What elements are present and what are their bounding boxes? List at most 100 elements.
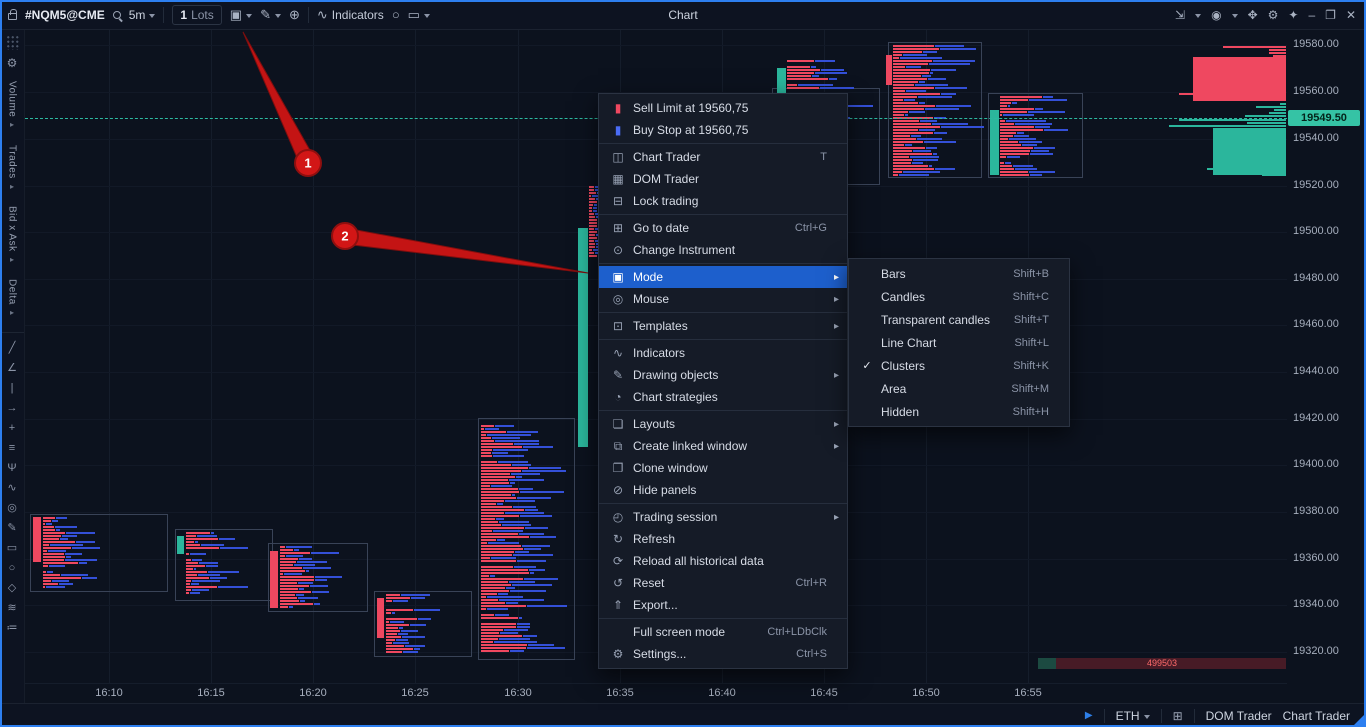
resize-grip[interactable] [1354, 715, 1364, 725]
cluster-bar [481, 557, 491, 559]
channel-tool[interactable]: ≋ [7, 602, 16, 614]
close-icon[interactable]: ✕ [1346, 9, 1356, 21]
cluster-bar [386, 645, 404, 647]
pitchfork-tool[interactable]: Ψ [7, 462, 16, 474]
cluster-bar [940, 126, 985, 128]
rail-panel-bid-x-ask[interactable]: Bid x Ask ▸ [7, 206, 18, 264]
menu-item-hide-panels[interactable]: ⊘ Hide panels [599, 479, 847, 501]
rail-panel-trades[interactable]: Trades ▸ [7, 145, 18, 191]
rail-panel-delta[interactable]: Delta ▸ [7, 279, 18, 317]
cluster-bar [280, 570, 306, 572]
menu-item-templates[interactable]: ⊡ Templates ▸ [599, 315, 847, 337]
horizontal-line-tool[interactable]: ≡ [9, 442, 15, 454]
rail-panel-volume[interactable]: Volume ▸ [7, 81, 18, 130]
price-axis-label: 19560.00 [1293, 85, 1339, 97]
cluster-bar [940, 48, 977, 50]
menu-item-full-screen-mode[interactable]: Full screen mode Ctrl+LDbClk [599, 621, 847, 643]
menu-item-reset[interactable]: ↺ Reset Ctrl+R [599, 572, 847, 594]
minimize-icon[interactable]: – [1308, 9, 1315, 21]
link-lock-icon[interactable] [8, 9, 17, 20]
scroll-right-icon[interactable]: ▶ [1085, 710, 1093, 721]
objects-list-tool[interactable]: ≔ [7, 622, 18, 634]
chart-style-button[interactable]: ▣ [230, 8, 253, 21]
timeframe-select[interactable]: 5m [129, 8, 156, 22]
cluster-bar [198, 574, 221, 576]
wave-tool[interactable]: ∿ [7, 482, 16, 494]
menu-item-export[interactable]: ⇑ Export... [599, 594, 847, 616]
ellipse-tool[interactable]: ○ [9, 562, 16, 574]
cluster-bar [511, 473, 540, 475]
brush-tool[interactable]: ✎ [7, 522, 16, 534]
drag-handle-icon[interactable] [5, 35, 19, 50]
menu-item-mode[interactable]: ▣ Mode ▸ [599, 266, 847, 288]
submenu-item-transparent-candles[interactable]: Transparent candles Shift+T [849, 308, 1069, 331]
crosshair-button[interactable]: ○ [392, 8, 400, 21]
submenu-item-line-chart[interactable]: Line Chart Shift+L [849, 331, 1069, 354]
menu-item-settings[interactable]: ⚙ Settings... Ctrl+S [599, 643, 847, 665]
menu-separator [599, 312, 847, 313]
submenu-item-area[interactable]: Area Shift+M [849, 377, 1069, 400]
pin-window-icon[interactable]: ✦ [1288, 9, 1298, 21]
cluster-bar [589, 198, 595, 200]
menu-item-dom-trader[interactable]: ▦ DOM Trader [599, 168, 847, 190]
price-axis[interactable]: 19580.00 19560.00 19540.00 19520.00 19500.00… [1287, 30, 1366, 683]
menu-item-chart-strategies[interactable]: ◔ Chart strategies [599, 386, 847, 408]
submenu-item-candles[interactable]: Candles Shift+C [849, 285, 1069, 308]
cross-tool[interactable]: + [9, 422, 15, 434]
menu-item-chart-trader[interactable]: ◫ Chart Trader T [599, 146, 847, 168]
screenshot-icon[interactable]: ◉ [1211, 9, 1221, 21]
menu-item-create-linked-window[interactable]: ⧉ Create linked window ▸ [599, 435, 847, 457]
measure-tool[interactable]: ▭ [7, 542, 17, 554]
cluster-bar [299, 600, 305, 602]
session-select[interactable]: ETH [1116, 709, 1150, 723]
submenu-item-hidden[interactable]: Hidden Shift+H [849, 400, 1069, 423]
cluster-bar [481, 503, 497, 505]
submenu-item-bars[interactable]: Bars Shift+B [849, 262, 1069, 285]
cluster-bar [911, 135, 922, 137]
target-tool[interactable]: ◎ [7, 502, 17, 514]
menu-item-reload-all-historical-data[interactable]: ⟳ Reload all historical data [599, 550, 847, 572]
menu-item-mouse[interactable]: ◎ Mouse ▸ [599, 288, 847, 310]
symbol-search-icon[interactable] [112, 10, 121, 19]
caret-down-icon [1195, 13, 1202, 18]
cluster-bar [1000, 99, 1029, 101]
panel-resize-icon[interactable]: ⇲ [1175, 9, 1185, 21]
restore-icon[interactable]: ❐ [1325, 9, 1336, 21]
cluster-bar [481, 494, 512, 496]
dom-trader-button[interactable]: DOM Trader [1206, 709, 1272, 723]
fullscreen-toggle-icon[interactable]: ✥ [1248, 9, 1258, 21]
zoom-button[interactable]: ⊕ [289, 8, 300, 21]
panels-button[interactable]: ▭ [408, 8, 430, 21]
menu-item-buy-stop[interactable]: ▮ Buy Stop at 19560,75 [599, 119, 847, 141]
chart-settings-icon[interactable]: ⚙ [1268, 9, 1279, 21]
submenu-item-clusters[interactable]: ✓ Clusters Shift+K [849, 354, 1069, 377]
menu-item-clone-window[interactable]: ❐ Clone window [599, 457, 847, 479]
menu-item-refresh[interactable]: ↻ Refresh [599, 528, 847, 550]
menu-item-change-instrument[interactable]: ⊙ Change Instrument [599, 239, 847, 261]
cluster-bar [293, 564, 316, 566]
menu-item-lock-trading[interactable]: ⊟ Lock trading [599, 190, 847, 212]
price-axis-label: 19480.00 [1293, 272, 1339, 284]
menu-item-shortcut: Shift+T [1013, 313, 1049, 326]
vertical-line-tool[interactable]: | [11, 382, 14, 394]
polygon-tool[interactable]: ◇ [8, 582, 16, 594]
rail-settings-icon[interactable]: ⚙ [7, 57, 18, 69]
time-axis[interactable]: 16:10 16:15 16:20 16:25 16:30 16:35 16:40 16:45… [25, 683, 1287, 703]
menu-item-trading-session[interactable]: ◴ Trading session ▸ [599, 506, 847, 528]
calendar-icon[interactable]: ⊞ [1173, 710, 1183, 722]
indicators-button[interactable]: ∿ Indicators [317, 8, 384, 21]
cluster-bar [798, 84, 833, 86]
menu-item-layouts[interactable]: ❏ Layouts ▸ [599, 413, 847, 435]
menu-item-indicators[interactable]: ∿ Indicators [599, 342, 847, 364]
lots-input[interactable]: 1 Lots [172, 4, 222, 25]
chart-trader-button[interactable]: Chart Trader [1283, 709, 1350, 723]
arrow-tool[interactable]: → [7, 402, 18, 414]
menu-item-go-to-date[interactable]: ⊞ Go to date Ctrl+G [599, 217, 847, 239]
trend-line-tool[interactable]: ╱ [9, 342, 16, 354]
menu-item-drawing-objects[interactable]: ✎ Drawing objects ▸ [599, 364, 847, 386]
cluster-bar [893, 174, 899, 176]
menu-item-sell-limit[interactable]: ▮ Sell Limit at 19560,75 [599, 97, 847, 119]
drawing-tools-button[interactable]: ✎ [260, 8, 281, 21]
angle-tool[interactable]: ∠ [7, 362, 17, 374]
symbol-label[interactable]: #NQM5@CME [25, 8, 105, 22]
